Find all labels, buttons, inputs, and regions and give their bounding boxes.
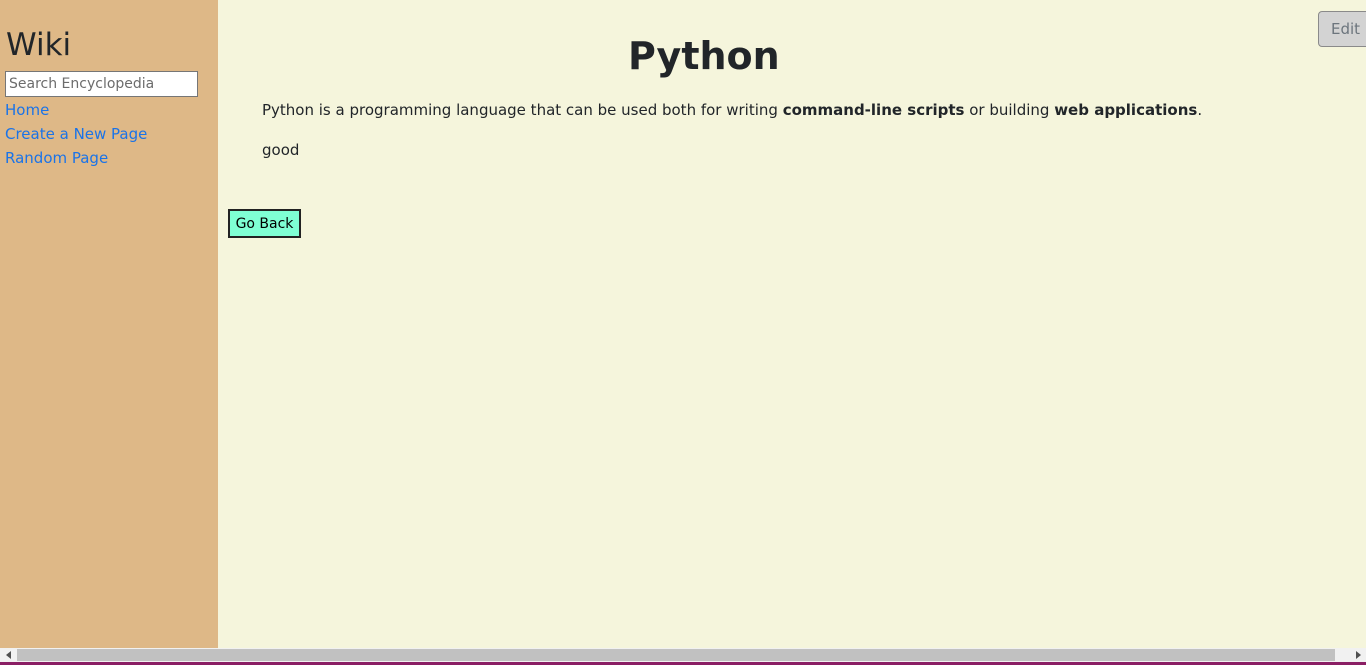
article-body: Python is a programming language that ca… [262,100,1262,160]
bold-text: command-line scripts [782,101,965,119]
search-input[interactable] [5,71,198,97]
go-back-button[interactable]: Go Back [228,209,301,238]
paragraph-text: or building [964,101,1055,119]
page: Wiki Home Create a New Page Random Page … [0,0,1366,665]
nav-link-random-page[interactable]: Random Page [5,148,108,168]
paragraph-text: Python is a programming language that ca… [262,101,783,119]
article-paragraph-2: good [262,141,300,159]
scrollbar-thumb[interactable] [17,649,1335,661]
horizontal-scrollbar[interactable] [0,648,1366,662]
sidebar: Wiki Home Create a New Page Random Page [0,0,218,648]
wiki-title: Wiki [6,27,72,63]
paragraph-text: . [1197,101,1203,119]
article-title: Python [628,34,780,78]
nav-link-create-new-page[interactable]: Create a New Page [5,124,147,144]
nav-link-home[interactable]: Home [5,100,49,120]
article-paragraph: Python is a programming language that ca… [262,100,1262,120]
bold-text: web applications [1054,101,1198,119]
edit-button[interactable]: Edit [1318,11,1366,47]
scroll-right-icon[interactable] [1349,648,1366,662]
scroll-left-icon[interactable] [0,648,17,662]
